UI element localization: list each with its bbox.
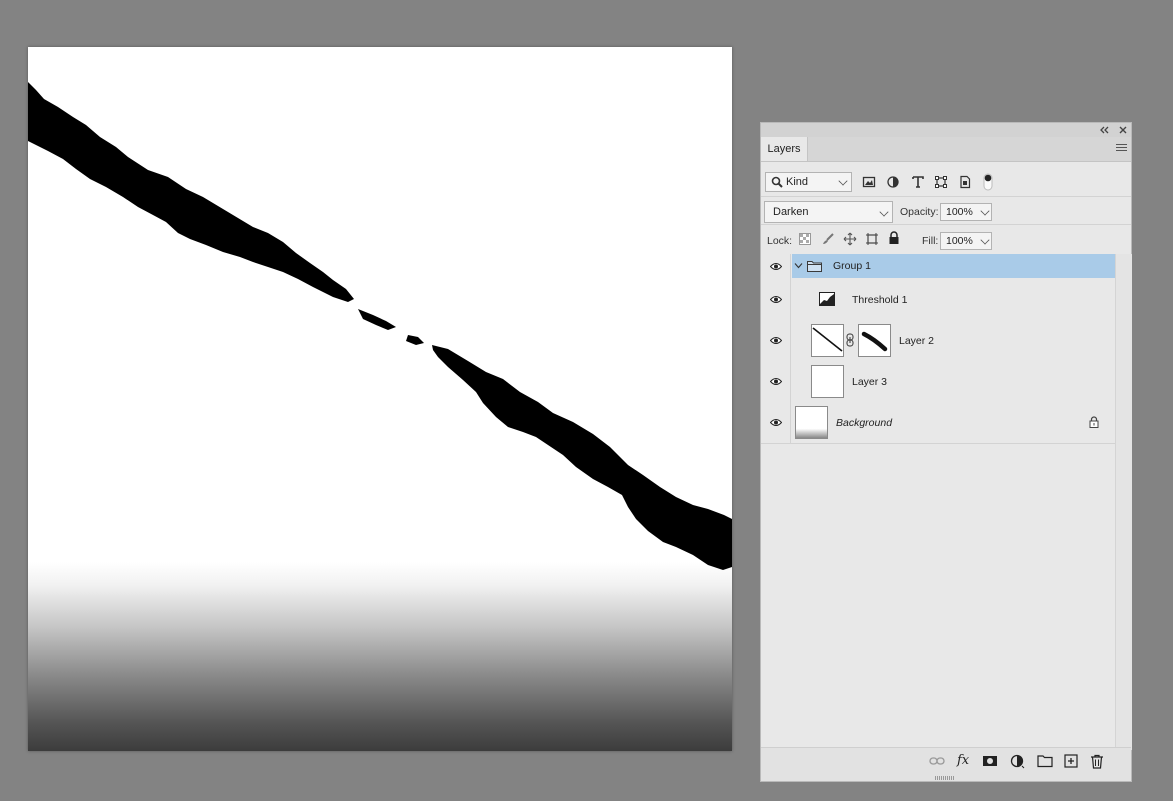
panel-menu-icon[interactable] [1116,144,1127,153]
fx-icon[interactable]: fx [957,753,969,768]
visibility-toggle[interactable] [761,254,791,279]
layer-list: Group 1 Threshold 1 Layer 2 Layer 3 Back… [761,254,1115,750]
layer-list-scrollbar[interactable] [1115,254,1132,750]
threshold-icon [819,292,835,309]
lock-row: Lock: Fill: 100% [761,224,1131,255]
chain-link-icon[interactable] [846,333,854,350]
new-fill-adjustment-icon[interactable] [1010,754,1026,773]
panel-bottom-bar: fx [761,747,1131,781]
tab-layers[interactable]: Layers [761,137,808,161]
filter-toggle-icon[interactable] [983,173,993,194]
document-canvas[interactable] [28,47,732,751]
layer-name[interactable]: Group 1 [833,260,871,272]
layers-panel: Layers Kind Darken Opacity: 100% Lock: F… [760,122,1132,782]
lock-label: Lock: [767,235,793,247]
new-layer-icon[interactable] [1064,754,1078,771]
panel-tab-row: Layers [761,137,1131,162]
delete-layer-icon[interactable] [1090,754,1104,772]
lock-icon [1089,416,1099,431]
chevron-down-icon [838,176,848,186]
visibility-toggle[interactable] [761,279,791,320]
opacity-value: 100% [946,206,973,218]
panel-title-bar[interactable] [761,123,1131,138]
layer-thumbnail[interactable] [795,406,828,439]
visibility-toggle[interactable] [761,361,791,402]
link-layers-icon[interactable] [929,754,945,771]
visibility-toggle[interactable] [761,402,791,443]
opacity-label: Opacity: [900,206,939,218]
lock-artboard-icon[interactable] [865,232,879,249]
layer-name[interactable]: Threshold 1 [852,294,907,306]
layer-mask-thumbnail[interactable] [858,324,891,357]
canvas-image [28,47,732,751]
blend-row: Darken Opacity: 100% [761,196,1131,225]
eye-icon [770,378,782,385]
eye-icon [770,263,782,270]
lock-image-icon[interactable] [821,232,835,249]
lock-transparent-icon[interactable] [799,233,811,248]
fill-label: Fill: [922,235,939,247]
filter-kind-label: Kind [786,176,809,188]
search-icon [771,176,783,194]
close-icon[interactable] [1118,123,1128,137]
layer-row-group-1[interactable]: Group 1 [761,254,1115,280]
layer-thumbnail[interactable] [811,365,844,398]
adjustment-filter-icon[interactable] [886,175,900,192]
fill-value: 100% [946,235,973,247]
layer-row-layer-2[interactable]: Layer 2 [761,320,1115,362]
fill-input[interactable]: 100% [940,232,992,250]
lock-all-icon[interactable] [888,231,900,248]
chevron-down-icon [980,235,990,245]
panel-resize-gripper[interactable] [935,776,955,780]
layer-row-threshold-1[interactable]: Threshold 1 [761,279,1115,321]
smart-object-filter-icon[interactable] [958,175,972,192]
chevron-down-icon [879,207,889,217]
opacity-input[interactable]: 100% [940,203,992,221]
shape-filter-icon[interactable] [934,175,948,192]
layer-name[interactable]: Layer 3 [852,376,887,388]
layer-name[interactable]: Background [836,417,892,429]
new-group-icon[interactable] [1037,754,1053,771]
layer-name[interactable]: Layer 2 [899,335,934,347]
collapse-icon[interactable] [1099,123,1109,137]
chevron-down-icon[interactable] [794,261,803,273]
filter-row: Kind [761,170,1131,196]
visibility-toggle[interactable] [761,320,791,361]
type-filter-icon[interactable] [911,175,925,192]
blend-mode-select[interactable]: Darken [764,201,893,223]
eye-icon [770,296,782,303]
folder-icon [807,260,822,275]
chevron-down-icon [980,206,990,216]
add-mask-icon[interactable] [982,754,998,771]
blend-mode-value: Darken [773,206,809,218]
eye-icon [770,337,782,344]
layer-row-background[interactable]: Background [761,402,1115,444]
layer-thumbnail[interactable] [811,324,844,357]
filter-kind-select[interactable]: Kind [765,172,852,192]
lock-position-icon[interactable] [843,232,857,249]
pixel-filter-icon[interactable] [862,175,876,192]
layer-row-layer-3[interactable]: Layer 3 [761,361,1115,403]
eye-icon [770,419,782,426]
